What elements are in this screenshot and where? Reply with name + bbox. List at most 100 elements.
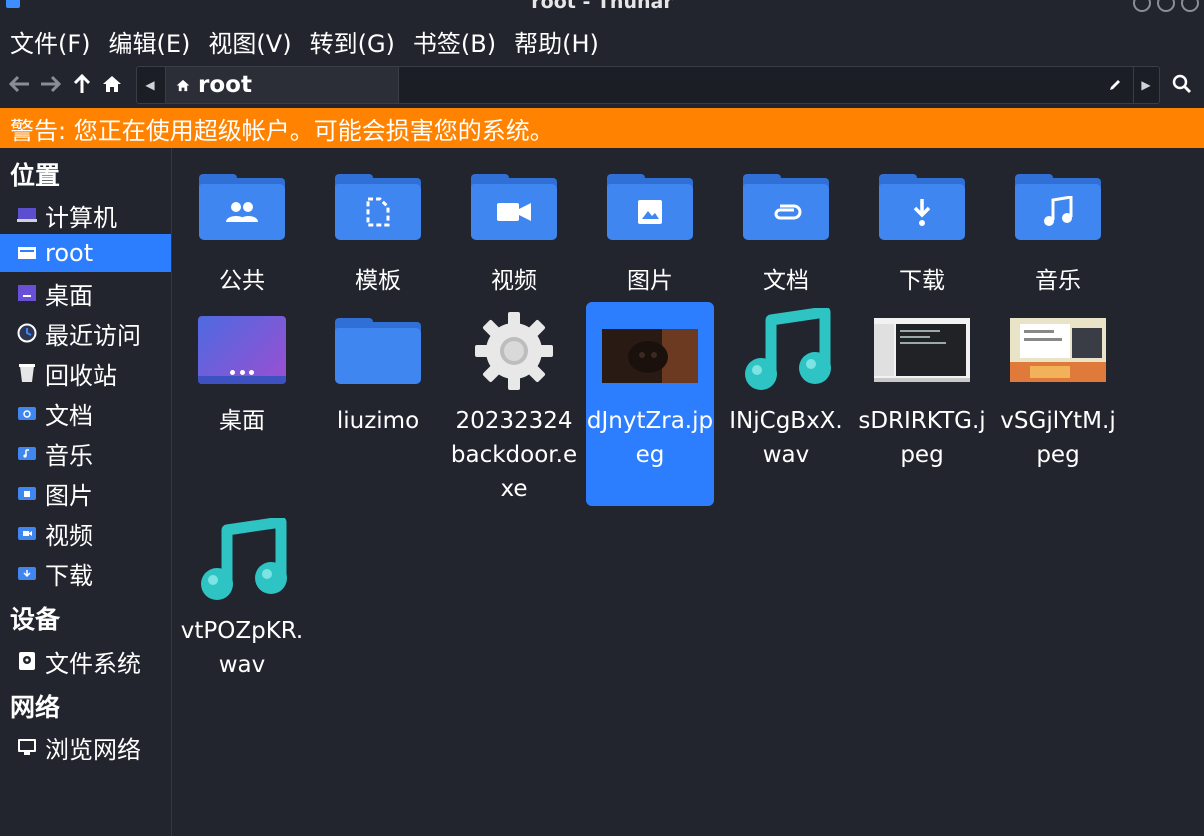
toolbar: ◀ root ▶ <box>0 64 1204 106</box>
menu-help[interactable]: 帮助(H) <box>504 24 607 59</box>
sidebar-item-recent[interactable]: 最近访问 <box>0 314 171 352</box>
file-item-downloads[interactable]: 下载 <box>858 158 986 298</box>
file-name: dJnytZra.jpeg <box>586 408 714 468</box>
image-thumbnail-icon <box>874 318 970 382</box>
file-item-vtpozpkr-wav[interactable]: vtPOZpKR.wav <box>178 514 306 684</box>
recent-icon <box>16 323 38 343</box>
sidebar: 位置 计算机 root 桌面 最近访问 回收站 文档 音乐 图片 视频 下载 设… <box>0 148 172 836</box>
sidebar-item-filesystem[interactable]: 文件系统 <box>0 642 171 680</box>
file-name: 视频 <box>491 268 537 294</box>
folder-icon <box>335 318 421 384</box>
arrow-right-icon <box>41 75 61 93</box>
file-name: 文档 <box>763 268 809 294</box>
sidebar-header-devices: 设备 <box>10 605 61 634</box>
sidebar-item-label: 文件系统 <box>45 649 141 678</box>
documents-icon <box>16 403 38 423</box>
file-item-videos[interactable]: 视频 <box>450 158 578 298</box>
folder-templates-icon <box>335 174 421 240</box>
up-button[interactable] <box>68 70 96 98</box>
file-item-pictures[interactable]: 图片 <box>586 158 714 298</box>
sidebar-item-trash[interactable]: 回收站 <box>0 354 171 392</box>
sidebar-item-label: 视频 <box>45 521 93 550</box>
image-thumbnail-icon <box>1010 318 1106 382</box>
menu-go[interactable]: 转到(G) <box>300 24 403 59</box>
folder-desktop-icon <box>198 316 286 384</box>
sidebar-item-documents[interactable]: 文档 <box>0 394 171 432</box>
sidebar-item-browse-network[interactable]: 浏览网络 <box>0 728 171 766</box>
sidebar-item-videos[interactable]: 视频 <box>0 514 171 552</box>
file-item-injcgbxx-wav[interactable]: INjCgBxX.wav <box>722 304 850 468</box>
sidebar-item-label: 最近访问 <box>45 321 141 350</box>
file-name: INjCgBxX.wav <box>729 408 843 468</box>
file-name: 图片 <box>627 268 673 294</box>
forward-button[interactable] <box>36 70 64 98</box>
pencil-icon <box>1110 80 1120 90</box>
music-note-icon <box>201 518 287 600</box>
search-button[interactable] <box>1168 70 1196 98</box>
sidebar-item-root[interactable]: root <box>0 234 171 272</box>
home-folder-icon <box>16 243 38 263</box>
file-item-sdrirktg-jpeg[interactable]: sDRIRKTG.jpeg <box>858 304 986 468</box>
file-name: 公共 <box>219 268 265 294</box>
sidebar-item-computer[interactable]: 计算机 <box>0 196 171 234</box>
sidebar-item-label: 回收站 <box>45 361 117 390</box>
path-crumb-label: root <box>198 72 252 98</box>
edit-location-button[interactable] <box>1097 67 1134 103</box>
sidebar-item-label: 浏览网络 <box>45 735 141 764</box>
pictures-icon <box>16 483 38 503</box>
back-button[interactable] <box>6 70 34 98</box>
sidebar-header-places: 位置 <box>10 161 61 190</box>
file-item-desktop[interactable]: 桌面 <box>178 304 306 444</box>
path-scroll-left[interactable]: ◀ <box>137 67 163 103</box>
file-item-backdoor-exe[interactable]: 20232324backdoor.exe <box>450 304 578 504</box>
file-name: liuzimo <box>336 408 420 434</box>
menu-view[interactable]: 视图(V) <box>198 24 299 59</box>
file-name: 下载 <box>899 268 945 294</box>
file-item-documents[interactable]: 文档 <box>722 158 850 298</box>
file-item-music[interactable]: 音乐 <box>994 158 1122 298</box>
drive-icon <box>16 651 38 671</box>
folder-downloads-icon <box>879 174 965 240</box>
menu-bookmarks[interactable]: 书签(B) <box>403 24 504 59</box>
file-name: 桌面 <box>219 408 265 434</box>
menu-bar: 文件(F) 编辑(E) 视图(V) 转到(G) 书签(B) 帮助(H) <box>0 20 607 62</box>
folder-documents-icon <box>743 174 829 240</box>
file-name: vSGjlYtM.jpeg <box>1000 408 1116 468</box>
arrow-left-icon <box>9 75 29 93</box>
desktop-icon <box>16 283 38 303</box>
sidebar-item-music[interactable]: 音乐 <box>0 434 171 472</box>
menu-file[interactable]: 文件(F) <box>0 24 99 59</box>
file-name: vtPOZpKR.wav <box>180 618 304 678</box>
sidebar-item-label: 桌面 <box>45 281 93 310</box>
file-item-djnytzra-jpeg[interactable]: dJnytZra.jpeg <box>586 302 714 506</box>
folder-public-icon <box>199 174 285 240</box>
menu-edit[interactable]: 编辑(E) <box>99 24 199 59</box>
music-note-icon <box>745 308 831 390</box>
downloads-icon <box>16 563 38 583</box>
path-scroll-right[interactable]: ▶ <box>1133 67 1159 103</box>
search-icon <box>1172 74 1192 94</box>
folder-pictures-icon <box>607 174 693 240</box>
sidebar-item-label: 图片 <box>45 481 93 510</box>
trash-icon <box>16 363 38 383</box>
home-button[interactable] <box>98 70 126 98</box>
sidebar-item-pictures[interactable]: 图片 <box>0 474 171 512</box>
file-item-templates[interactable]: 模板 <box>314 158 442 298</box>
file-item-vsgjlytm-jpeg[interactable]: vSGjlYtM.jpeg <box>994 304 1122 468</box>
music-icon <box>16 443 38 463</box>
computer-icon <box>16 205 38 225</box>
path-bar: ◀ root ▶ <box>136 66 1160 104</box>
window-title: root - Thunar <box>531 0 673 13</box>
sidebar-item-desktop[interactable]: 桌面 <box>0 274 171 312</box>
home-icon <box>176 79 190 91</box>
path-crumb-root[interactable]: root <box>165 67 399 103</box>
sidebar-item-downloads[interactable]: 下载 <box>0 554 171 592</box>
sidebar-item-label: 下载 <box>45 561 93 590</box>
warning-text: 警告: 您正在使用超级帐户。可能会损害您的系统。 <box>10 116 554 145</box>
file-item-public[interactable]: 公共 <box>178 158 306 298</box>
sidebar-item-label: 计算机 <box>45 203 117 232</box>
file-item-liuzimo[interactable]: liuzimo <box>314 304 442 444</box>
file-name: sDRIRKTG.jpeg <box>858 408 986 468</box>
sidebar-item-label: 文档 <box>45 401 93 430</box>
file-view: 公共 模板 视频 图片 文档 下载 音乐 桌面 liuzimo 20232324… <box>172 148 1204 836</box>
